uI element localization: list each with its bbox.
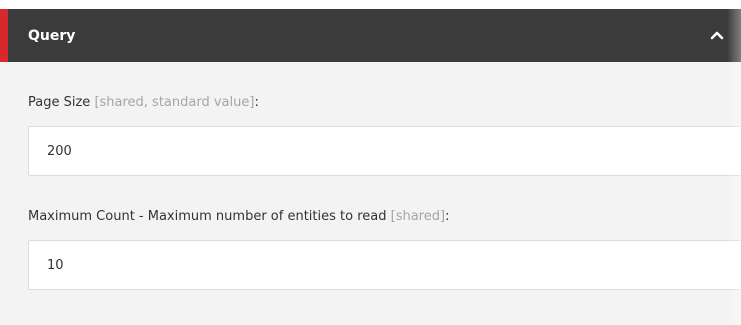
maximum-count-label: Maximum Count - Maximum number of entiti… — [28, 176, 741, 226]
maximum-count-label-text: Maximum Count - Maximum number of entiti… — [28, 209, 387, 224]
maximum-count-input[interactable] — [28, 240, 741, 290]
page-size-input[interactable] — [28, 126, 741, 176]
maximum-count-label-meta: [shared] — [390, 209, 446, 224]
page-size-label: Page Size [shared, standard value]: — [28, 62, 741, 112]
chevron-up-icon[interactable] — [707, 25, 727, 45]
page-size-label-text: Page Size — [28, 95, 91, 110]
maximum-count-label-suffix: : — [445, 209, 450, 224]
page-size-label-suffix: : — [254, 95, 259, 110]
query-section-body: Page Size [shared, standard value]: Maxi… — [0, 62, 741, 290]
top-strip — [0, 0, 741, 9]
page-size-label-meta: [shared, standard value] — [94, 95, 255, 110]
content-editor-panel: Query Page Size [shared, standard value]… — [0, 0, 741, 325]
section-title: Query — [28, 27, 76, 44]
query-section-header[interactable]: Query — [0, 9, 741, 62]
section-accent-bar — [0, 9, 8, 62]
